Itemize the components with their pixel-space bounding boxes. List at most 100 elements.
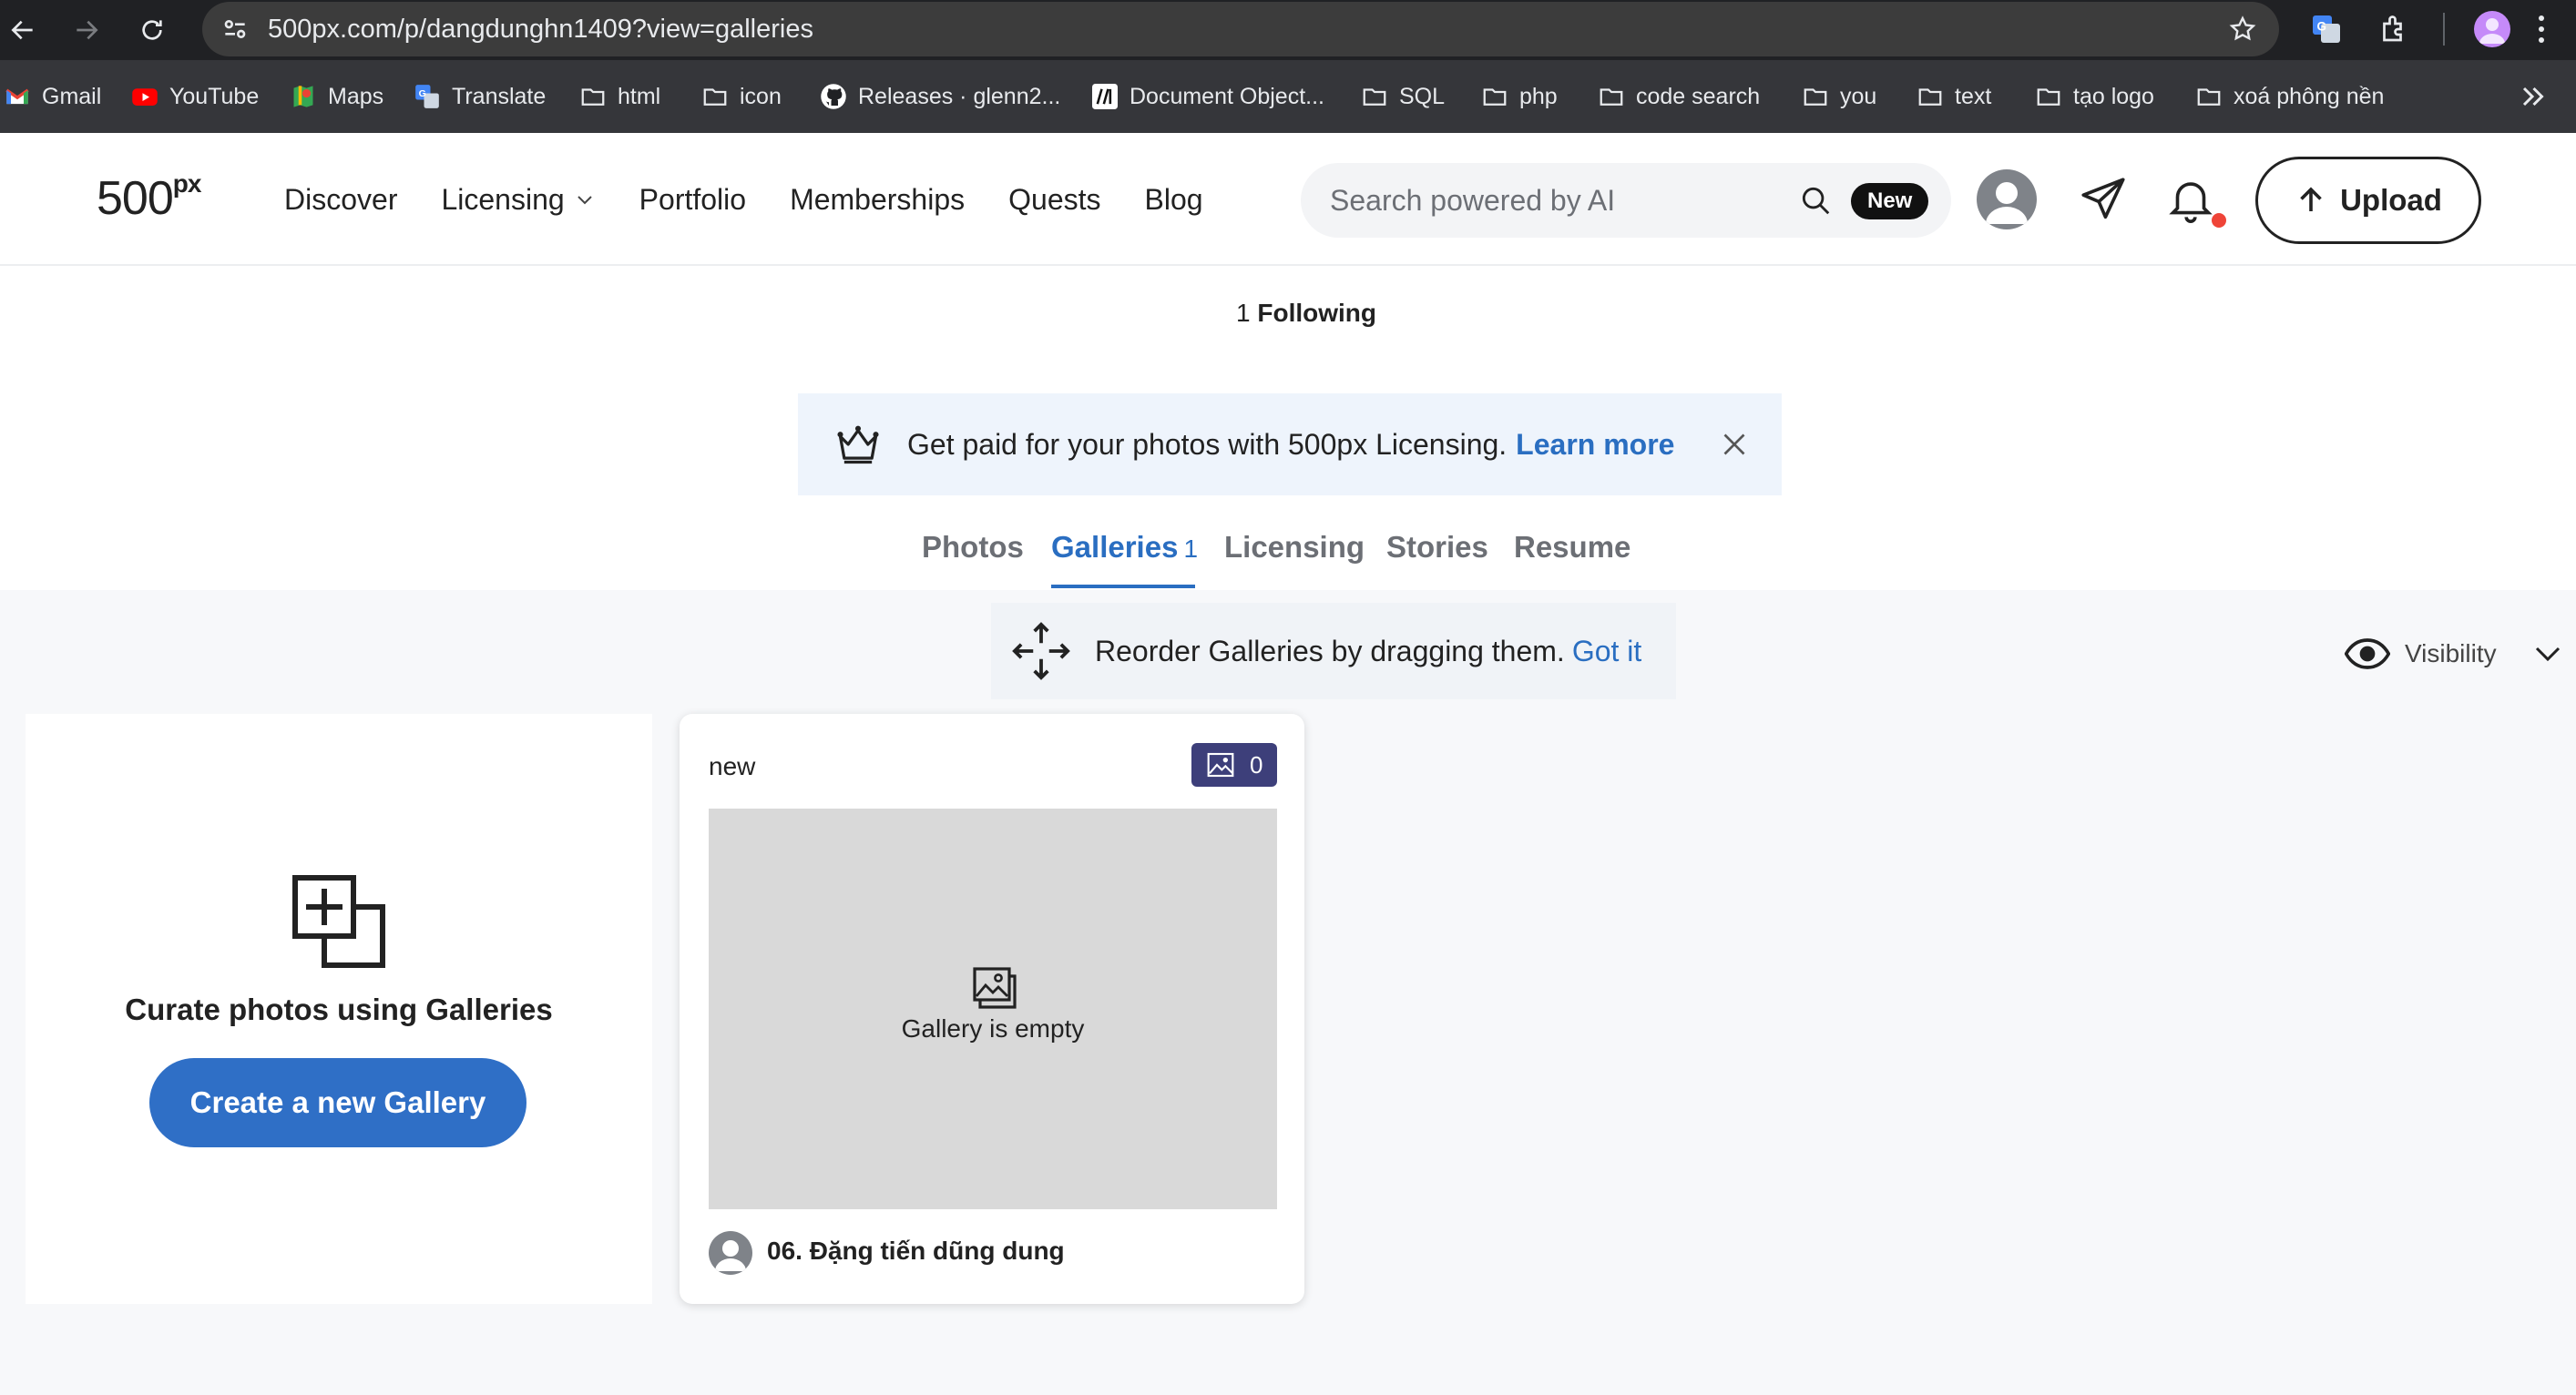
browser-toolbar: 500px.com/p/dangdunghn1409?view=gallerie… bbox=[0, 0, 2576, 60]
tab-licensing[interactable]: Licensing bbox=[1224, 530, 1365, 565]
svg-text:G: G bbox=[419, 88, 426, 99]
folder-icon bbox=[701, 83, 729, 110]
bookmark-translate[interactable]: G Translate bbox=[414, 60, 546, 133]
search-icon[interactable] bbox=[1798, 183, 1833, 218]
galleries-count: 1 bbox=[1183, 535, 1199, 563]
gallery-cover[interactable]: Gallery is empty bbox=[709, 809, 1277, 1209]
owner-avatar[interactable] bbox=[709, 1231, 752, 1275]
browser-profile-avatar[interactable] bbox=[2474, 11, 2510, 47]
translate-icon: G bbox=[414, 83, 441, 110]
bookmark-mdn-dom[interactable]: Document Object... bbox=[1091, 60, 1324, 133]
back-button[interactable] bbox=[0, 7, 46, 53]
bookmark-folder-php[interactable]: php bbox=[1481, 60, 1558, 133]
reload-icon bbox=[142, 20, 162, 40]
bookmark-folder-you[interactable]: you bbox=[1802, 60, 1876, 133]
arrow-up-icon bbox=[2300, 187, 2322, 211]
create-gallery-title: Curate photos using Galleries bbox=[125, 993, 553, 1026]
person-icon bbox=[2479, 18, 2505, 44]
bell-icon[interactable] bbox=[2164, 173, 2217, 226]
500px-logo[interactable]: 500px bbox=[97, 169, 201, 226]
chevron-down-icon bbox=[2535, 647, 2560, 662]
folder-icon bbox=[1361, 83, 1388, 110]
eye-icon bbox=[2345, 638, 2390, 669]
site-header: 500px Discover Licensing Portfolio Membe… bbox=[0, 133, 2576, 266]
address-bar[interactable]: 500px.com/p/dangdunghn1409?view=gallerie… bbox=[202, 2, 2279, 56]
nav-licensing[interactable]: Licensing bbox=[441, 183, 595, 217]
reload-button[interactable] bbox=[129, 7, 175, 53]
profile-section: 1 Following Get paid for your photos wit… bbox=[0, 266, 2576, 590]
toolbar-divider bbox=[2443, 13, 2445, 46]
forward-button[interactable] bbox=[64, 7, 109, 53]
folder-icon bbox=[1598, 83, 1625, 110]
upload-button[interactable]: Upload bbox=[2255, 157, 2481, 244]
learn-more-link[interactable]: Learn more bbox=[1516, 428, 1674, 461]
bookmark-github-releases[interactable]: Releases · glenn2... bbox=[820, 60, 1060, 133]
bookmark-maps[interactable]: Maps bbox=[290, 60, 383, 133]
nav-portfolio[interactable]: Portfolio bbox=[639, 183, 746, 217]
search-input[interactable] bbox=[1330, 163, 1804, 238]
tab-galleries[interactable]: Galleries 1 bbox=[1051, 530, 1198, 565]
folder-icon bbox=[1481, 83, 1508, 110]
nav-memberships[interactable]: Memberships bbox=[790, 183, 965, 217]
arrow-right-icon bbox=[77, 20, 98, 40]
bookmark-folder-icon[interactable]: icon bbox=[701, 60, 782, 133]
photo-count-badge: 0 bbox=[1191, 743, 1277, 787]
bookmark-folder-xoa-phong-nen[interactable]: xoá phông nền bbox=[2195, 60, 2384, 133]
licensing-banner: Get paid for your photos with 500px Lice… bbox=[798, 393, 1782, 495]
chevron-double-right-icon[interactable] bbox=[2516, 80, 2549, 113]
maps-icon bbox=[290, 83, 317, 110]
gmail-icon bbox=[4, 83, 31, 110]
paper-plane-icon[interactable] bbox=[2077, 173, 2130, 226]
folder-icon bbox=[1802, 83, 1829, 110]
mdn-icon bbox=[1091, 83, 1119, 110]
image-icon bbox=[1207, 752, 1234, 778]
svg-text:G: G bbox=[2317, 20, 2327, 34]
chevron-down-icon bbox=[577, 196, 592, 205]
folder-icon bbox=[2195, 83, 2223, 110]
profile-tabs: Photos Galleries 1 Licensing Stories Resu… bbox=[0, 530, 2576, 585]
create-gallery-card: Curate photos using Galleries Create a n… bbox=[26, 714, 652, 1304]
folder-icon bbox=[1917, 83, 1944, 110]
bookmark-folder-code-search[interactable]: code search bbox=[1598, 60, 1760, 133]
move-arrows-icon bbox=[1012, 622, 1070, 680]
owner-name[interactable]: 06. Đặng tiến dũng dung bbox=[767, 1237, 1065, 1266]
bookmark-folder-sql[interactable]: SQL bbox=[1361, 60, 1445, 133]
site-settings-icon[interactable] bbox=[220, 15, 250, 44]
extensions-puzzle-icon[interactable] bbox=[2377, 13, 2410, 46]
youtube-icon bbox=[131, 83, 158, 110]
bookmark-gmail[interactable]: Gmail bbox=[4, 60, 101, 133]
tab-stories[interactable]: Stories bbox=[1386, 530, 1488, 565]
active-tab-indicator bbox=[1051, 585, 1195, 588]
following-count[interactable]: 1 Following bbox=[0, 299, 2576, 328]
bookmark-folder-tao-logo[interactable]: tạo logo bbox=[2035, 60, 2154, 133]
got-it-link[interactable]: Got it bbox=[1572, 635, 1641, 667]
new-badge: New bbox=[1851, 183, 1929, 219]
bookmark-youtube[interactable]: YouTube bbox=[131, 60, 259, 133]
bookmark-folder-text[interactable]: text bbox=[1917, 60, 1991, 133]
tab-photos[interactable]: Photos bbox=[922, 530, 1024, 565]
nav-quests[interactable]: Quests bbox=[1008, 183, 1100, 217]
gallery-card[interactable]: new 0 Gallery is empty 06. Đặng tiến dũn… bbox=[680, 714, 1304, 1304]
bookmark-folder-html[interactable]: html bbox=[579, 60, 660, 133]
banner-message: Get paid for your photos with 500px Lice… bbox=[907, 428, 1675, 461]
google-translate-extension-icon[interactable]: G bbox=[2310, 13, 2343, 46]
person-icon bbox=[1986, 182, 2028, 224]
user-avatar[interactable] bbox=[1977, 169, 2037, 229]
github-icon bbox=[820, 83, 847, 110]
search-bar: New bbox=[1301, 163, 1951, 238]
nav-discover[interactable]: Discover bbox=[284, 183, 397, 217]
create-gallery-button[interactable]: Create a new Gallery bbox=[149, 1058, 526, 1147]
bookmark-star-icon[interactable] bbox=[2228, 15, 2257, 44]
nav-blog[interactable]: Blog bbox=[1145, 183, 1203, 217]
browser-menu-icon[interactable] bbox=[2532, 11, 2550, 47]
url-text[interactable]: 500px.com/p/dangdunghn1409?view=gallerie… bbox=[268, 2, 813, 56]
gallery-empty-text: Gallery is empty bbox=[901, 1014, 1085, 1043]
add-gallery-icon bbox=[292, 875, 385, 968]
folder-icon bbox=[579, 83, 607, 110]
close-icon[interactable] bbox=[1718, 428, 1751, 461]
tab-resume[interactable]: Resume bbox=[1514, 530, 1630, 565]
main-nav: Discover Licensing Portfolio Memberships… bbox=[284, 133, 1247, 266]
visibility-dropdown[interactable]: Visibility bbox=[2345, 628, 2564, 679]
gallery-name: new bbox=[709, 752, 756, 780]
empty-gallery-icon bbox=[973, 967, 1017, 1009]
